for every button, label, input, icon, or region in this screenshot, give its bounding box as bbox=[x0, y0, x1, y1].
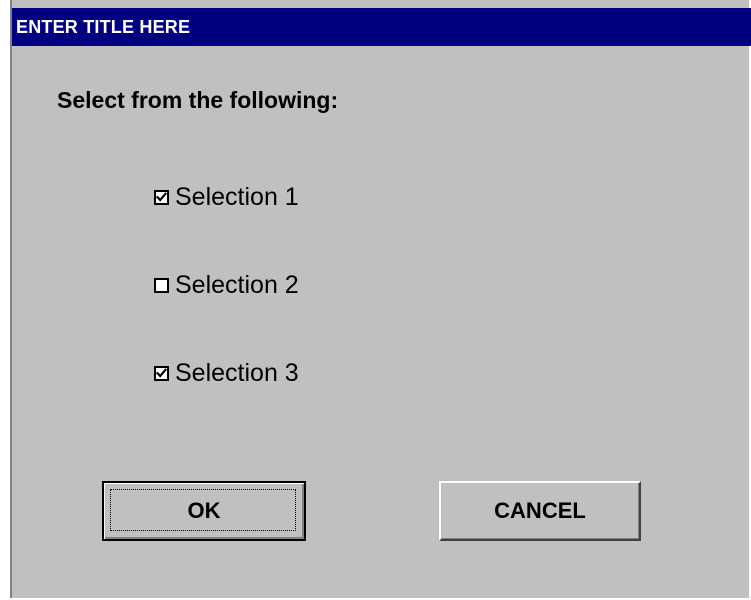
selection-1-label: Selection 1 bbox=[175, 183, 299, 211]
selection-3-option[interactable]: Selection 3 bbox=[154, 358, 299, 388]
selection-2-label: Selection 2 bbox=[175, 271, 299, 299]
title-bar[interactable]: ENTER TITLE HERE bbox=[12, 8, 751, 46]
selection-3-checkbox[interactable] bbox=[154, 365, 169, 381]
selection-3-label: Selection 3 bbox=[175, 359, 299, 387]
selection-2-checkbox[interactable] bbox=[154, 277, 169, 293]
cancel-button-label: CANCEL bbox=[494, 498, 586, 523]
window-title: ENTER TITLE HERE bbox=[16, 17, 191, 37]
checkmark-icon bbox=[156, 191, 167, 202]
prompt-text: Select from the following: bbox=[57, 87, 339, 113]
dialog-window: ENTER TITLE HERE Select from the followi… bbox=[0, 0, 751, 600]
selection-1-option[interactable]: Selection 1 bbox=[154, 182, 299, 212]
checkmark-icon bbox=[156, 367, 167, 378]
cancel-button[interactable]: CANCEL bbox=[439, 481, 641, 541]
selection-2-option[interactable]: Selection 2 bbox=[154, 270, 299, 300]
dialog-body: ENTER TITLE HERE Select from the followi… bbox=[10, 0, 751, 598]
selection-1-checkbox[interactable] bbox=[154, 189, 169, 205]
ok-button-label: OK bbox=[187, 498, 221, 523]
ok-button[interactable]: OK bbox=[102, 481, 306, 541]
